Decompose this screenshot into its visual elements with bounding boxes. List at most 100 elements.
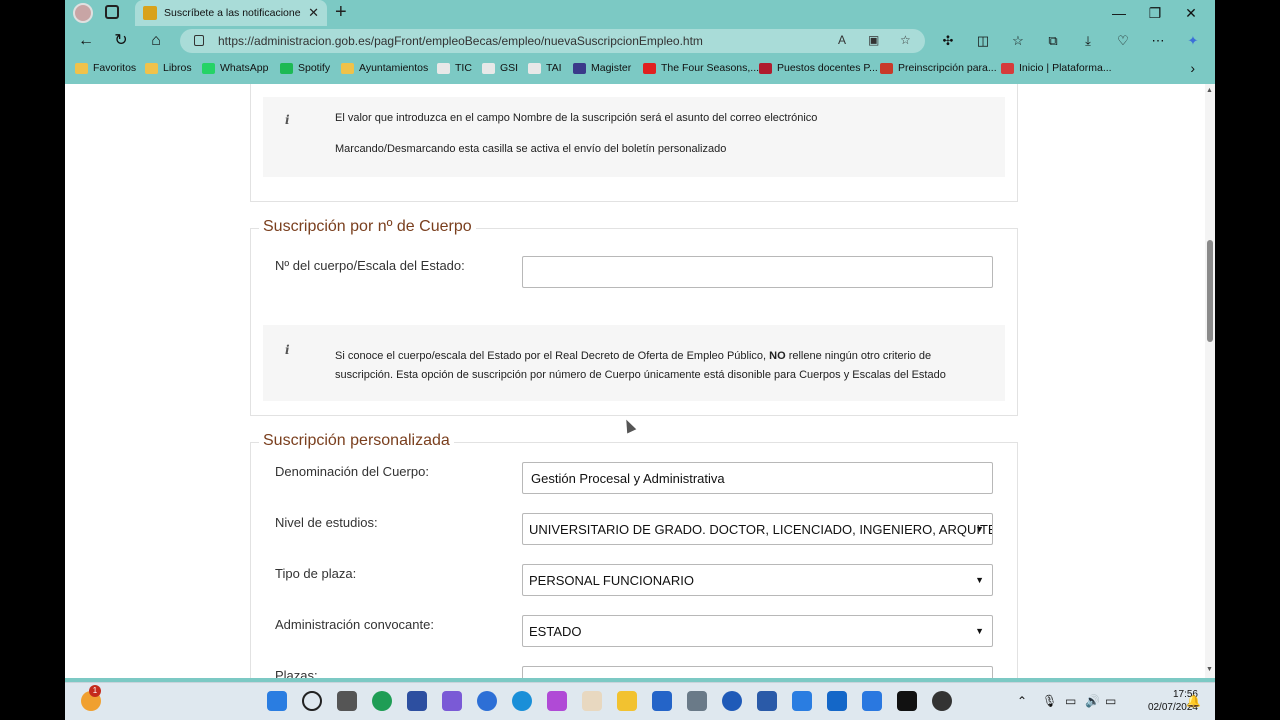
page-icon xyxy=(528,62,541,74)
back-arrow-icon[interactable]: ← xyxy=(75,30,97,52)
scroll-down-icon[interactable]: ▼ xyxy=(1206,666,1213,673)
nivel-estudios-select[interactable]: UNIVERSITARIO DE GRADO. DOCTOR, LICENCIA… xyxy=(522,513,993,545)
refresh-icon[interactable]: ↻ xyxy=(110,30,132,52)
bookmark-item[interactable]: The Four Seasons,... xyxy=(643,62,759,74)
tipo-plaza-select[interactable]: PERSONAL FUNCIONARIO ▼ xyxy=(522,564,993,596)
browser-essentials-icon[interactable]: ♡ xyxy=(1112,30,1134,52)
folder-icon xyxy=(145,62,158,74)
copilot-icon[interactable]: ✦ xyxy=(1182,30,1204,52)
extensions-icon[interactable]: ✣ xyxy=(937,30,959,52)
plazas-label: Plazas: xyxy=(275,668,318,678)
bookmark-item[interactable]: Favoritos xyxy=(75,62,136,74)
outlook-icon[interactable] xyxy=(827,691,847,711)
page-scrollbar[interactable]: ▲ ▼ xyxy=(1205,84,1215,678)
cuerpo-number-input[interactable] xyxy=(522,256,993,288)
folder-icon xyxy=(75,62,88,74)
chevron-right-icon[interactable]: › xyxy=(1190,60,1195,76)
denominacion-input[interactable]: Gestión Procesal y Administrativa xyxy=(522,462,993,494)
administracion-value: ESTADO xyxy=(529,624,582,639)
info-box: i El valor que introduzca en el campo No… xyxy=(263,97,1005,177)
app-icon[interactable] xyxy=(722,691,742,711)
maximize-button[interactable]: ❐ xyxy=(1137,2,1173,24)
store-icon[interactable] xyxy=(652,691,672,711)
bookmark-item[interactable]: TIC xyxy=(437,62,472,74)
info-text-bold: NO xyxy=(769,350,786,362)
volume-icon[interactable]: 🔊 xyxy=(1085,694,1100,708)
more-options-icon[interactable]: ⋯ xyxy=(1147,30,1169,52)
microphone-icon[interactable]: 🎙 xyxy=(1042,694,1057,708)
tab-actions-icon[interactable] xyxy=(105,5,119,19)
bookmark-item[interactable]: GSI xyxy=(482,62,518,74)
bookmark-item[interactable]: TAI xyxy=(528,62,562,74)
app-icon[interactable] xyxy=(407,691,427,711)
notifications-bell-icon[interactable]: 🔔 xyxy=(1186,694,1201,708)
nivel-estudios-label: Nivel de estudios: xyxy=(275,515,378,530)
site-icon xyxy=(1001,62,1014,74)
powershell-icon[interactable] xyxy=(757,691,777,711)
bookmark-item[interactable]: Inicio | Plataforma... xyxy=(1001,62,1112,74)
bookmark-label: GSI xyxy=(500,62,519,74)
subscription-options-fieldset: i El valor que introduzca en el campo No… xyxy=(250,84,1018,202)
split-screen-icon[interactable]: ◫ xyxy=(972,30,994,52)
downloads-icon[interactable]: ⤓ xyxy=(1077,30,1099,52)
window-controls: — ❐ ✕ xyxy=(1101,2,1209,24)
collections-icon[interactable]: ⧉ xyxy=(1042,30,1064,52)
notification-badge: 1 xyxy=(89,685,101,697)
scroll-up-icon[interactable]: ▲ xyxy=(1206,87,1213,94)
spotify-icon xyxy=(280,62,293,74)
scrollbar-thumb[interactable] xyxy=(1207,240,1213,342)
terminal-icon[interactable] xyxy=(897,691,917,711)
whatsapp-icon xyxy=(202,62,215,74)
bookmark-item[interactable]: Libros xyxy=(145,62,192,74)
favorites-icon[interactable]: ☆ xyxy=(1007,30,1029,52)
task-view-icon[interactable] xyxy=(337,691,357,711)
immersive-reader-icon[interactable]: ▣ xyxy=(868,33,879,47)
plazas-input[interactable] xyxy=(522,666,993,678)
site-favicon-icon xyxy=(143,6,157,20)
bookmark-item[interactable]: Puestos docentes P... xyxy=(759,62,878,74)
clipchamp-icon[interactable] xyxy=(547,691,567,711)
battery-icon[interactable]: ▭ xyxy=(1105,694,1116,708)
bookmark-item[interactable]: Spotify xyxy=(280,62,330,74)
bookmark-item[interactable]: Magister xyxy=(573,62,631,74)
windows-start-icon[interactable] xyxy=(267,691,287,711)
personalizada-legend: Suscripción personalizada xyxy=(259,432,454,450)
tab-close-icon[interactable]: ✕ xyxy=(308,5,319,21)
chevron-up-icon[interactable]: ⌃ xyxy=(1017,694,1027,708)
bookmark-label: Puestos docentes P... xyxy=(777,62,878,74)
page-icon xyxy=(437,62,450,74)
address-url[interactable]: https://administracion.gob.es/pagFront/e… xyxy=(218,34,703,48)
app-icon[interactable] xyxy=(372,691,392,711)
read-aloud-icon[interactable]: A xyxy=(838,33,846,47)
calculator-icon[interactable] xyxy=(687,691,707,711)
home-icon[interactable]: ⌂ xyxy=(145,30,167,52)
bookmark-label: Inicio | Plataforma... xyxy=(1019,62,1112,74)
cuerpo-info-box: i Si conoce el cuerpo/escala del Estado … xyxy=(263,325,1005,401)
network-icon[interactable]: ▭ xyxy=(1065,694,1076,708)
app-icon[interactable] xyxy=(932,691,952,711)
file-explorer-icon[interactable] xyxy=(617,691,637,711)
address-bar[interactable]: https://administracion.gob.es/pagFront/e… xyxy=(180,29,925,53)
search-icon[interactable] xyxy=(302,691,322,711)
active-tab[interactable]: Suscríbete a las notificaciones de ✕ xyxy=(135,0,327,26)
taskbar: 1 ⌃ 🎙 ▭ 🔊 ▭ 17:56 02/07/2024 🔔 xyxy=(65,682,1215,720)
app-icon[interactable] xyxy=(477,691,497,711)
app-icon[interactable] xyxy=(862,691,882,711)
bookmarks-bar: Favoritos Libros WhatsApp Spotify Ayunta… xyxy=(65,56,1215,82)
administracion-select[interactable]: ESTADO ▼ xyxy=(522,615,993,647)
bookmark-item[interactable]: Preinscripción para... xyxy=(880,62,997,74)
close-window-button[interactable]: ✕ xyxy=(1173,2,1209,24)
bookmark-item[interactable]: WhatsApp xyxy=(202,62,268,74)
site-icon xyxy=(880,62,893,74)
mail-icon[interactable] xyxy=(792,691,812,711)
new-tab-icon[interactable]: + xyxy=(335,1,347,23)
site-icon xyxy=(759,62,772,74)
bookmark-item[interactable]: Ayuntamientos xyxy=(341,62,428,74)
minimize-button[interactable]: — xyxy=(1101,2,1137,24)
profile-avatar-icon[interactable] xyxy=(73,3,93,23)
app-icon[interactable] xyxy=(582,691,602,711)
snipping-tool-icon[interactable] xyxy=(442,691,462,711)
edge-browser-icon[interactable] xyxy=(512,691,532,711)
favorite-star-icon[interactable]: ☆ xyxy=(900,33,911,47)
toolbar-icons: ✣ ◫ ☆ ⧉ ⤓ ♡ ⋯ ✦ xyxy=(937,30,1204,52)
